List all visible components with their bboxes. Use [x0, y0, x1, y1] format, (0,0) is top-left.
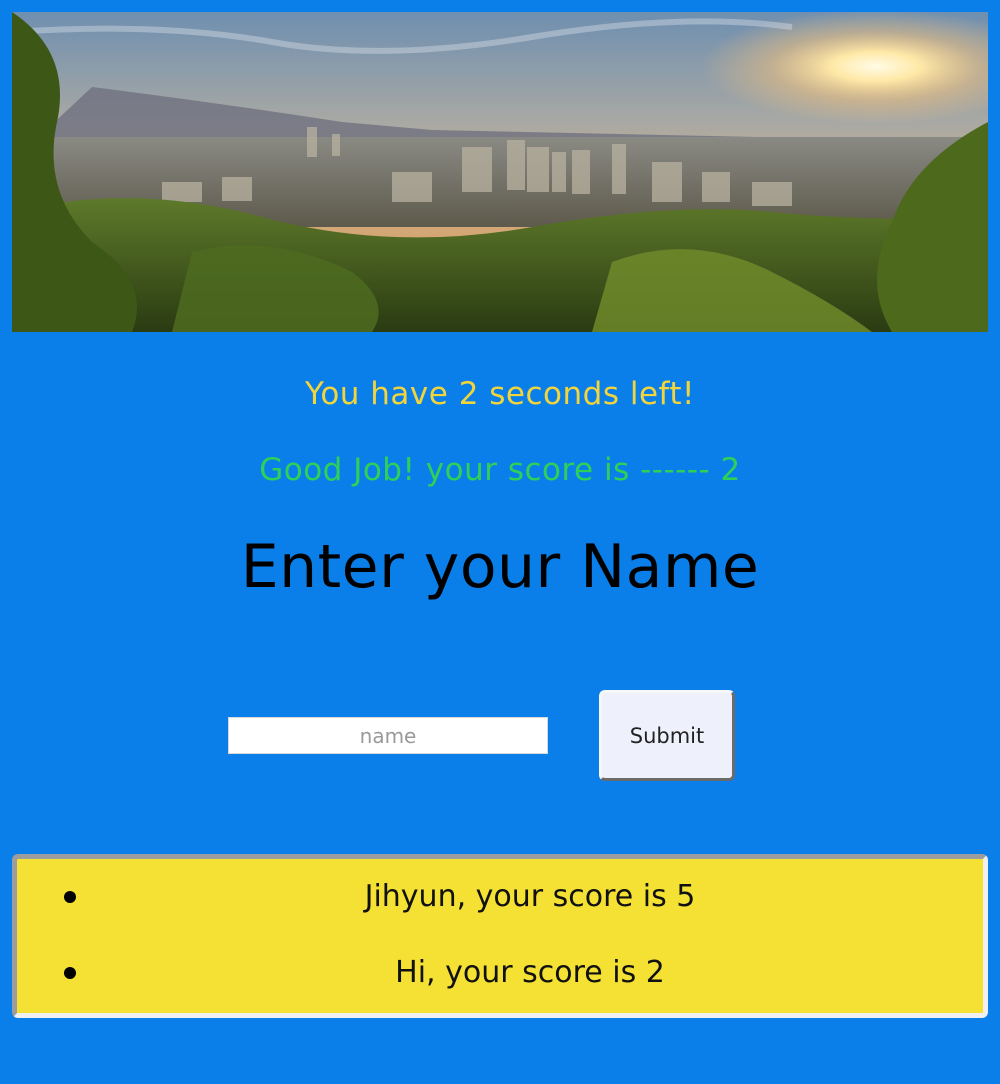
scoreboard-entry-text: Hi, your score is 2 — [395, 955, 665, 990]
scoreboard-entry: Hi, your score is 2 — [17, 935, 983, 1011]
page: You have 2 seconds left! Good Job! your … — [0, 0, 1000, 1084]
timer-message: You have 2 seconds left! — [305, 376, 695, 412]
city-sunset-image — [12, 12, 988, 332]
scoreboard-list: Jihyun, your score is 5 Hi, your score i… — [12, 854, 988, 1018]
page-heading: Enter your Name — [240, 532, 760, 602]
scoreboard-entry: Jihyun, your score is 5 — [17, 859, 983, 935]
bullet-icon — [64, 891, 76, 903]
bullet-icon — [64, 967, 76, 979]
score-message: Good Job! your score is ------ 2 — [259, 452, 741, 488]
name-input[interactable] — [228, 717, 548, 754]
scoreboard-entry-text: Jihyun, your score is 5 — [364, 879, 696, 914]
city-sunset-photo-icon — [12, 12, 988, 332]
submit-button[interactable]: Submit — [599, 690, 735, 781]
